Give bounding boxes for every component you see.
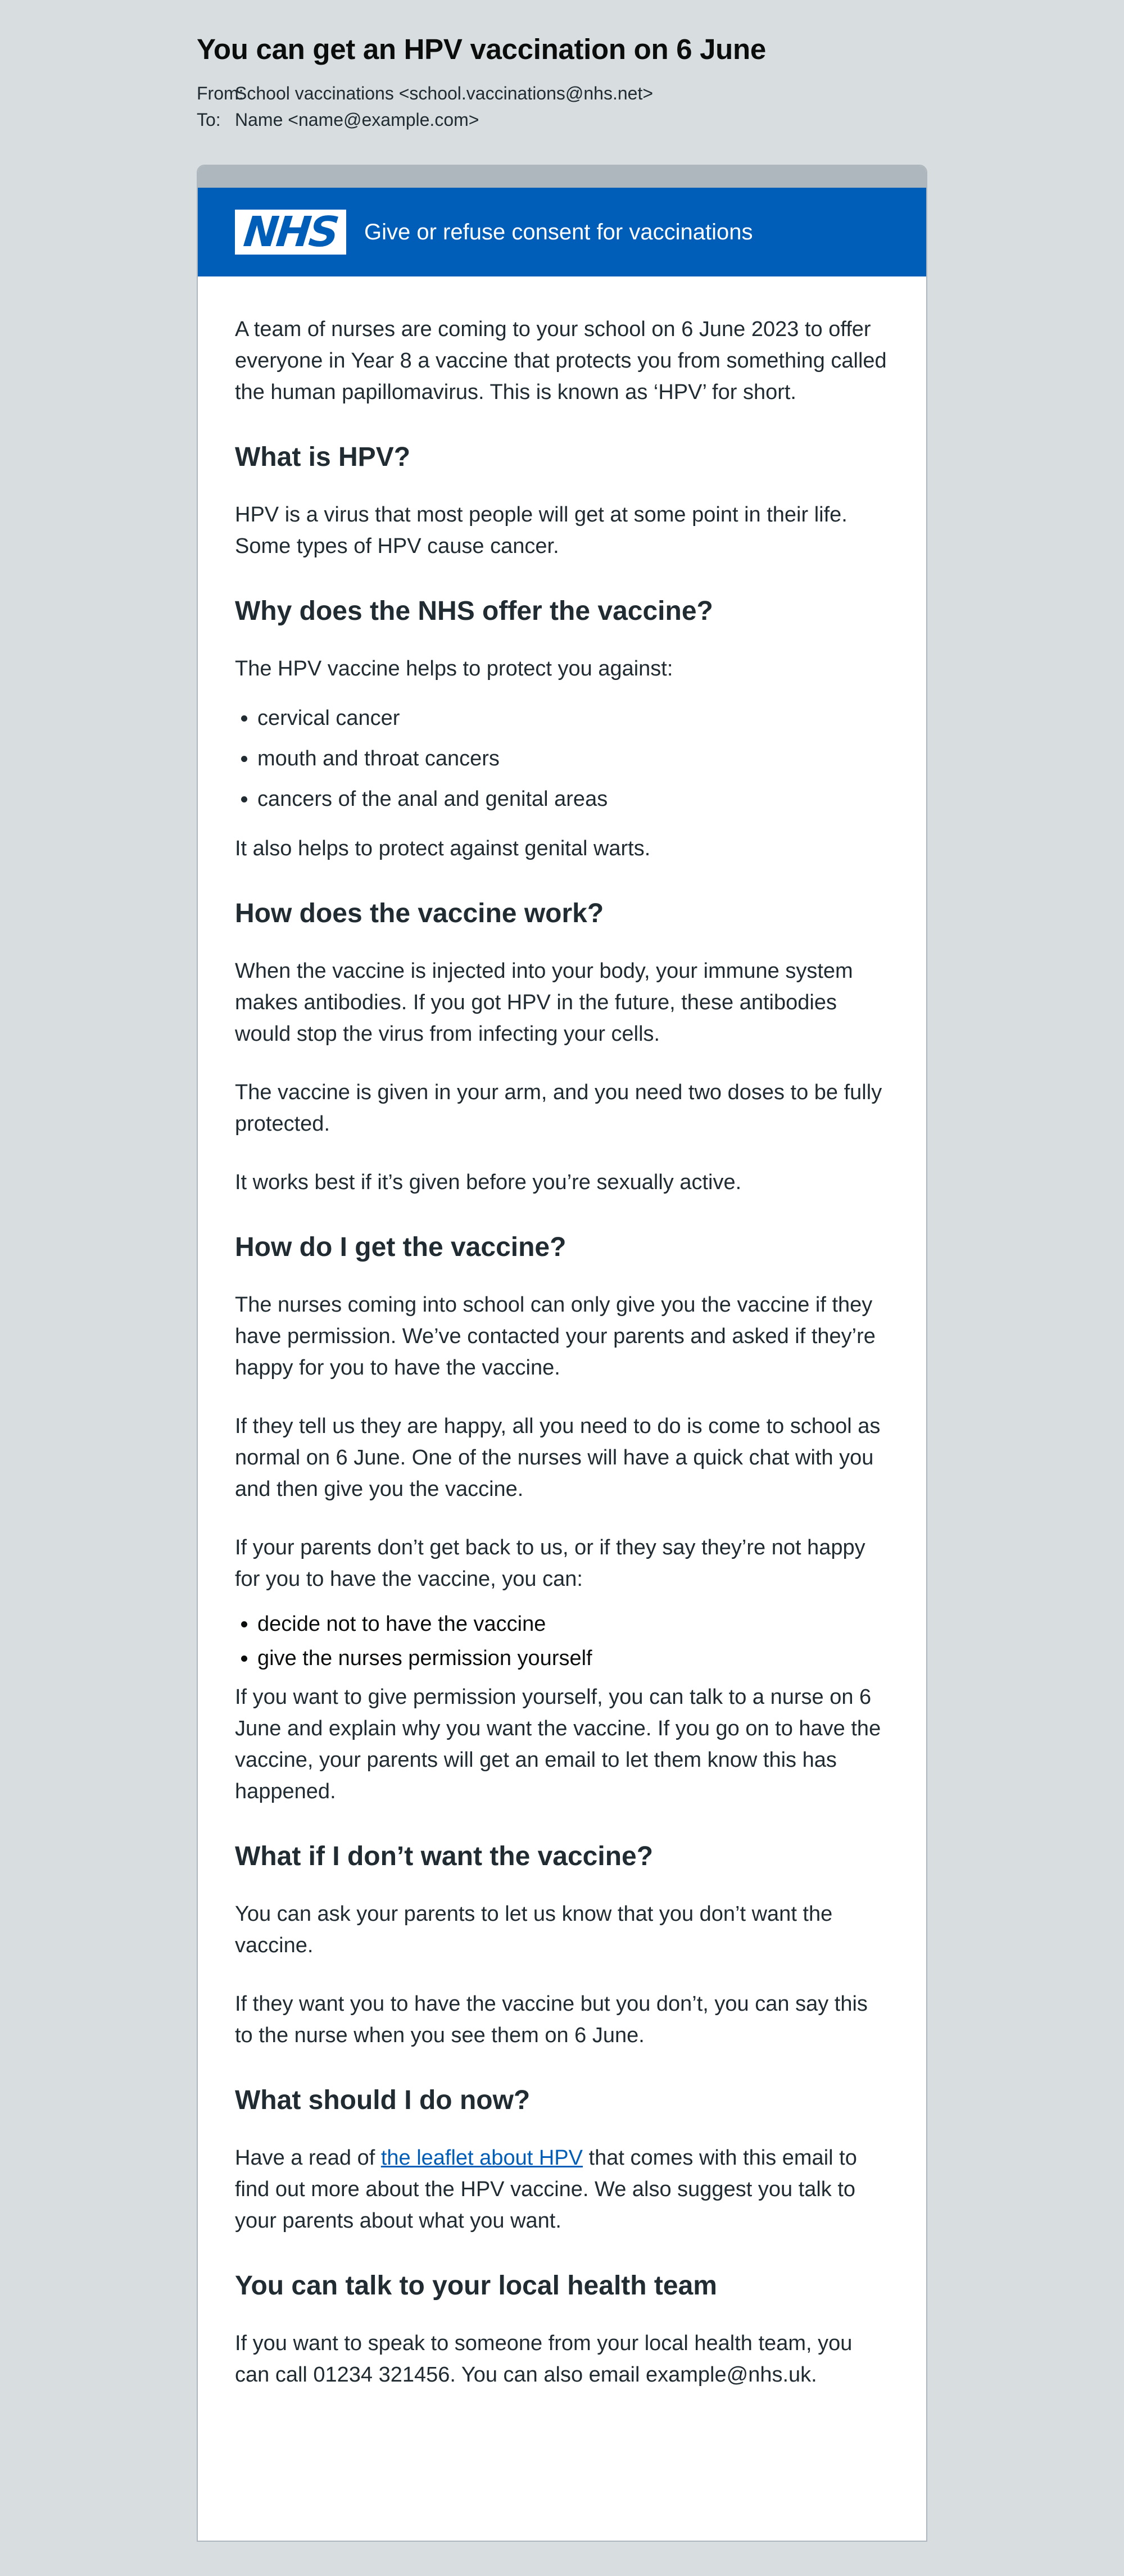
list-item: decide not to have the vaccine (257, 1607, 889, 1641)
heading-what-now: What should I do now? (235, 2085, 531, 2115)
from-label: From: (197, 83, 244, 103)
paragraph-health-team: If you want to speak to someone from you… (235, 2332, 853, 2387)
list-item: cervical cancer (257, 698, 889, 738)
list-item: give the nurses permission yourself (257, 1641, 889, 1676)
heading-why-offer: Why does the NHS offer the vaccine? (235, 596, 713, 626)
paragraph-why-offer: The HPV vaccine helps to protect you aga… (235, 657, 673, 681)
paragraph-what-is-hpv: HPV is a virus that most people will get… (235, 503, 847, 558)
from-value: School vaccinations <school.vaccinations… (235, 83, 654, 103)
email-subject: You can get an HPV vaccination on 6 June (197, 33, 766, 65)
paragraph-how-work-3: It works best if it’s given before you’r… (235, 1171, 742, 1194)
hpv-leaflet-link[interactable]: the leaflet about HPV (381, 2146, 583, 2170)
paragraph-dont-want-1: You can ask your parents to let us know … (235, 1902, 833, 1957)
nhs-logo-text: NHS (241, 208, 340, 256)
protection-list: cervical cancer mouth and throat cancers… (235, 698, 889, 819)
what-now-text-start: Have a read of (235, 2146, 381, 2170)
heading-how-work: How does the vaccine work? (235, 899, 604, 928)
to-label: To: (197, 110, 221, 130)
paragraph-warts: It also helps to protect against genital… (235, 837, 651, 860)
heading-what-is-hpv: What is HPV? (235, 442, 411, 472)
paragraph-how-get-2: If they tell us they are happy, all you … (235, 1414, 881, 1501)
heading-how-get: How do I get the vaccine? (235, 1232, 566, 1262)
email-body-card: NHS Give or refuse consent for vaccinati… (197, 165, 927, 2542)
options-list: decide not to have the vaccine give the … (235, 1607, 889, 1676)
paragraph-how-get-1: The nurses coming into school can only g… (235, 1293, 876, 1380)
paragraph-how-work-1: When the vaccine is injected into your b… (235, 959, 853, 1046)
card-top-bar (198, 166, 926, 188)
paragraph-how-get-3: If your parents don’t get back to us, or… (235, 1536, 865, 1591)
heading-dont-want: What if I don’t want the vaccine? (235, 1842, 654, 1871)
intro-paragraph: A team of nurses are coming to your scho… (235, 318, 887, 404)
email-content: A team of nurses are coming to your scho… (198, 314, 926, 2391)
to-value: Name <name@example.com> (235, 110, 479, 130)
to-line: To: Name <name@example.com> (197, 107, 927, 133)
heading-health-team: You can talk to your local health team (235, 2271, 717, 2301)
list-item: cancers of the anal and genital areas (257, 779, 889, 819)
paragraph-how-work-2: The vaccine is given in your arm, and yo… (235, 1081, 882, 1136)
paragraph-how-get-4: If you want to give permission yourself,… (235, 1685, 881, 1803)
nhs-banner: NHS Give or refuse consent for vaccinati… (198, 188, 926, 276)
paragraph-dont-want-2: If they want you to have the vaccine but… (235, 1992, 868, 2047)
list-item: mouth and throat cancers (257, 738, 889, 779)
nhs-logo: NHS (235, 208, 346, 256)
email-header: You can get an HPV vaccination on 6 June… (197, 0, 927, 133)
email-meta: From:School vaccinations <school.vaccina… (197, 80, 927, 133)
from-line: From:School vaccinations <school.vaccina… (197, 80, 927, 107)
paragraph-what-now: Have a read of the leaflet about HPV tha… (235, 2142, 889, 2237)
banner-title: Give or refuse consent for vaccinations (364, 219, 753, 244)
